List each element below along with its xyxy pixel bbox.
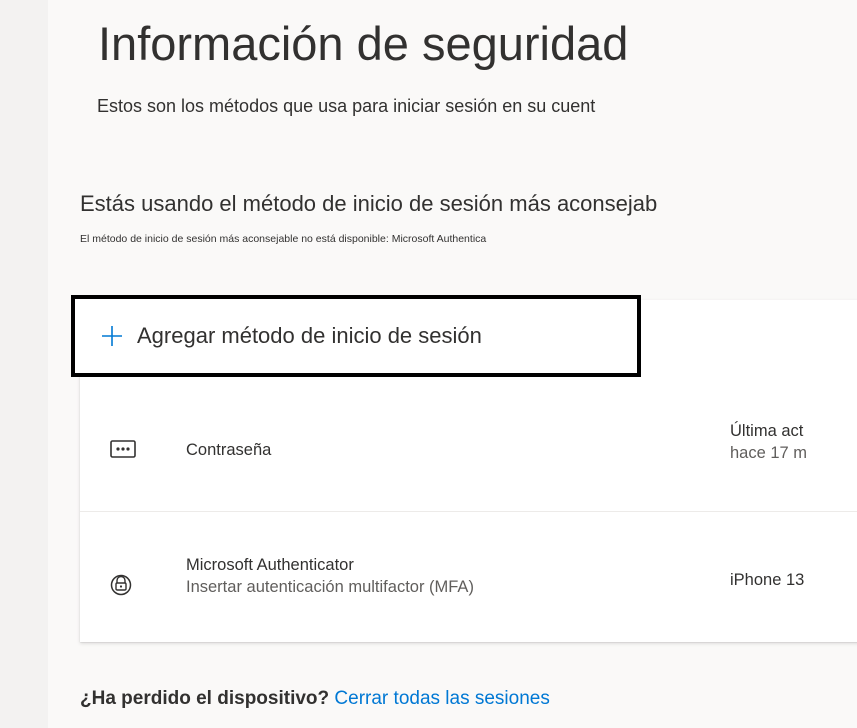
plus-icon	[102, 326, 122, 346]
lost-device-question: ¿Ha perdido el dispositivo?	[80, 688, 330, 709]
method-text: Contraseña	[186, 439, 271, 461]
recommended-method-note: El método de inicio de sesión más aconse…	[80, 233, 487, 245]
method-detail: iPhone 13	[730, 569, 804, 591]
method-row-password: Contraseña Última act hace 17 m	[80, 382, 857, 512]
method-detail-line1: Última act	[730, 422, 804, 440]
method-detail-line1: iPhone 13	[730, 571, 805, 589]
method-detail: Última act hace 17 m	[730, 420, 807, 464]
method-title: Microsoft Authenticator	[186, 556, 354, 574]
page-title: Información de seguridad	[98, 17, 629, 70]
left-nav-rail	[0, 0, 48, 728]
authenticator-lock-icon	[110, 574, 132, 596]
add-sign-in-method-label: Agregar método de inicio de sesión	[137, 323, 482, 348]
recommended-method-heading: Estás usando el método de inicio de sesi…	[80, 191, 658, 216]
method-text: Microsoft Authenticator Insertar autenti…	[186, 554, 474, 598]
method-row-authenticator: Microsoft Authenticator Insertar autenti…	[80, 512, 857, 642]
main-content: Información de seguridad Estos son los m…	[48, 0, 857, 728]
lost-device-section: ¿Ha perdido el dispositivo? Cerrar todas…	[80, 686, 550, 712]
page-subtitle: Estos son los métodos que usa para inici…	[97, 96, 596, 116]
method-detail-line2: hace 17 m	[730, 444, 808, 462]
password-dots-icon	[110, 440, 136, 458]
sign-out-everywhere-link[interactable]: Cerrar todas las sesiones	[334, 688, 549, 709]
method-title: Contraseña	[186, 441, 272, 459]
add-sign-in-method-button[interactable]: Agregar método de inicio de sesión	[71, 295, 641, 377]
method-subtitle: Insertar autenticación multifactor (MFA)	[186, 578, 474, 596]
